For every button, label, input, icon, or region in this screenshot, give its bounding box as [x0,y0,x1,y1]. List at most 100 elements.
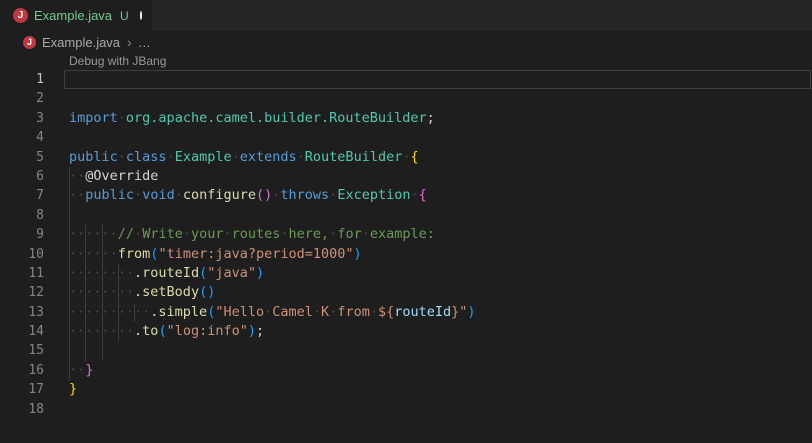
indent-guide [102,245,103,264]
whitespace-dots: · [167,149,175,165]
code-line[interactable]: 6 ··@Override [0,167,812,186]
indent-guide [69,303,70,322]
line-number[interactable]: 17 [0,380,44,399]
code-token: from [118,246,151,262]
code-text[interactable] [69,341,812,360]
code-token: () [256,187,272,203]
tab-example-java[interactable]: J Example.java U [0,0,152,31]
line-number[interactable]: 1 [0,70,44,89]
indent-guide [69,341,70,360]
indent-guide [102,225,103,244]
line-number[interactable]: 3 [0,109,44,128]
java-file-icon: J [23,36,36,49]
code-text[interactable] [69,89,812,108]
indent-guide [69,245,70,264]
code-line[interactable]: 18 [0,400,812,419]
code-text[interactable]: ··········.simple("Hello·Camel·K·from·${… [69,303,812,322]
code-text[interactable] [69,206,812,225]
whitespace-dots: ·· [69,168,85,184]
code-text[interactable]: ··} [69,361,812,380]
line-number[interactable]: 6 [0,167,44,186]
line-number[interactable]: 2 [0,89,44,108]
code-text[interactable]: ········.setBody() [69,283,812,302]
code-token: ) [256,265,264,281]
code-line[interactable]: 2 [0,89,812,108]
code-line[interactable]: 12 ········.setBody() [0,283,812,302]
code-text[interactable]: ······//·Write·your·routes·here,·for·exa… [69,225,812,244]
code-editor[interactable]: 123import·org.apache.camel.builder.Route… [0,70,812,419]
code-token: here, [289,226,330,242]
code-text[interactable] [69,70,812,89]
code-token: Camel [272,304,313,320]
code-line[interactable]: 3 import·org.apache.camel.builder.RouteBu… [0,109,812,128]
code-line[interactable]: 8 [0,206,812,225]
breadcrumb-more[interactable]: … [138,35,151,50]
code-token: . [134,323,142,339]
code-text[interactable]: ··@Override [69,167,812,186]
whitespace-dots: · [118,110,126,126]
line-number[interactable]: 12 [0,283,44,302]
code-line[interactable]: 9······//·Write·your·routes·here,·for·ex… [0,225,812,244]
code-line[interactable]: 7 ··public·void·configure()·throws·Except… [0,186,812,205]
codelens-row: Debug with JBang [0,53,812,70]
tab-filename: Example.java [34,8,112,23]
code-token: () [199,284,215,300]
code-line[interactable]: 16 ··} [0,361,812,380]
code-line[interactable]: 17} [0,380,812,399]
line-number[interactable]: 9 [0,225,44,244]
modified-dot-icon[interactable] [140,11,142,20]
code-token: { [419,187,427,203]
code-token: "log:info" [167,323,248,339]
code-line[interactable]: 13··········.simple("Hello·Camel·K·from·… [0,303,812,322]
code-line[interactable]: 5 public·class·Example·extends·RouteBuild… [0,148,812,167]
indent-guide [85,283,86,302]
code-text[interactable] [69,400,812,419]
line-number[interactable]: 8 [0,206,44,225]
tab-bar: J Example.java U [0,0,812,31]
whitespace-dots: · [232,149,240,165]
code-line[interactable]: 11 ········.routeId("java") [0,264,812,283]
code-token: @Override [85,168,158,184]
line-number[interactable]: 7 [0,186,44,205]
code-text[interactable]: } [69,380,812,399]
code-text[interactable]: ······from("timer:java?period=1000") [69,245,812,264]
code-token: configure [183,187,256,203]
whitespace-dots: · [118,149,126,165]
code-text[interactable]: ··public·void·configure()·throws·Excepti… [69,186,812,205]
code-token: routes [232,226,281,242]
code-line[interactable]: 14 ········.to("log:info"); [0,322,812,341]
code-text[interactable]: public·class·Example·extends·RouteBuilde… [69,148,812,167]
code-text[interactable]: ········.routeId("java") [69,264,812,283]
line-number[interactable]: 10 [0,245,44,264]
code-text[interactable] [69,128,812,147]
code-token: from [337,304,370,320]
breadcrumb-file[interactable]: Example.java [42,35,120,50]
line-number[interactable]: 18 [0,400,44,419]
indent-guide [118,303,119,322]
code-line[interactable]: 1 [0,70,812,89]
line-number[interactable]: 15 [0,341,44,360]
code-line[interactable]: 10 ······from("timer:java?period=1000") [0,245,812,264]
whitespace-dots: · [183,226,191,242]
code-line[interactable]: 4 [0,128,812,147]
code-token: } [69,381,77,397]
whitespace-dots: · [313,304,321,320]
indent-guide [85,225,86,244]
code-line[interactable]: 15 [0,341,812,360]
code-token: "java" [207,265,256,281]
code-token: . [134,265,142,281]
code-text[interactable]: import·org.apache.camel.builder.RouteBui… [69,109,812,128]
code-text[interactable]: ········.to("log:info"); [69,322,812,341]
codelens-debug-with-jbang[interactable]: Debug with JBang [69,54,166,68]
line-number[interactable]: 5 [0,148,44,167]
indent-guide [102,264,103,283]
line-number[interactable]: 14 [0,322,44,341]
line-number[interactable]: 11 [0,264,44,283]
code-token: ; [427,110,435,126]
code-token: Example [175,149,232,165]
indent-guide [118,283,119,302]
line-number[interactable]: 4 [0,128,44,147]
line-number[interactable]: 16 [0,361,44,380]
line-number[interactable]: 13 [0,303,44,322]
code-token: K [321,304,329,320]
